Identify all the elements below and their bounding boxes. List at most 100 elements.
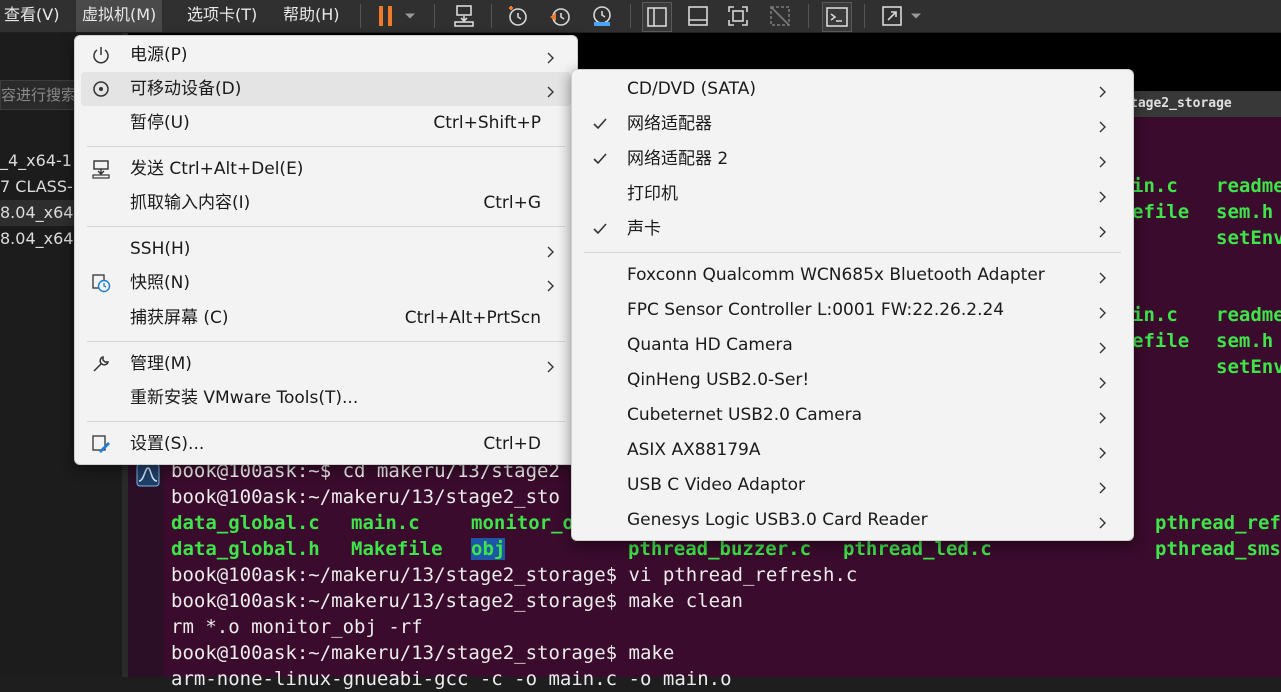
- menu-item-send-ctrl-alt-del[interactable]: 发送 Ctrl+Alt+Del(E): [81, 152, 571, 186]
- device-item-usb[interactable]: ASIX AX88179A: [578, 433, 1127, 468]
- toolbar-separator: [360, 4, 361, 28]
- menu-item-snapshot[interactable]: 快照(N): [81, 266, 571, 300]
- dropdown-arrow-icon[interactable]: [400, 2, 420, 30]
- device-item-label: FPC Sensor Controller L:0001 FW:22.26.2.…: [627, 300, 1005, 320]
- console-icon[interactable]: [822, 2, 852, 32]
- chevron-right-icon: [547, 243, 555, 258]
- terminal-tab-title[interactable]: tage2_storage: [1130, 91, 1232, 117]
- menu-view[interactable]: 查看(V): [0, 0, 65, 32]
- toolbar-separator: [864, 4, 865, 28]
- menu-item-label: 快照(N): [130, 273, 190, 293]
- wrench-icon: [91, 354, 111, 374]
- device-item-sound-card[interactable]: 声卡: [578, 212, 1127, 247]
- chevron-right-icon: [547, 277, 555, 292]
- menu-help[interactable]: 帮助(H): [277, 0, 346, 32]
- chevron-right-icon: [547, 49, 555, 64]
- terminal-dir-label: obj: [471, 538, 506, 560]
- menu-item-label: 可移动设备(D): [130, 79, 242, 99]
- terminal-file: data_global.c: [171, 512, 320, 534]
- device-item-network-adapter-2[interactable]: 网络适配器 2: [578, 142, 1127, 177]
- send-to-icon[interactable]: [450, 2, 478, 30]
- system-monitor-icon[interactable]: [136, 463, 160, 487]
- menu-tabs[interactable]: 选项卡(T): [181, 0, 263, 32]
- device-item-usb[interactable]: QinHeng USB2.0-Ser!: [578, 363, 1127, 398]
- snapshot-manager-icon[interactable]: [588, 2, 616, 30]
- menu-item-ssh[interactable]: SSH(H): [81, 232, 571, 266]
- library-search-input[interactable]: 容进行搜索: [0, 80, 80, 110]
- terminal-line: book@100ask:~/makeru/13/stage2_storage$ …: [171, 590, 743, 612]
- chevron-right-icon: [1099, 118, 1107, 133]
- terminal-file: setEnv: [1216, 356, 1281, 378]
- terminal-file: efile: [1132, 330, 1190, 352]
- dropdown-arrow-icon[interactable]: [906, 2, 926, 30]
- toolbar-separator: [491, 4, 492, 28]
- menu-vm[interactable]: 虚拟机(M): [76, 0, 163, 32]
- terminal-file: data_global.h: [171, 538, 320, 560]
- checkmark-icon: [592, 116, 608, 132]
- chevron-right-icon: [1099, 374, 1107, 389]
- menu-separator: [87, 146, 565, 147]
- device-item-usb[interactable]: Foxconn Qualcomm WCN685x Bluetooth Adapt…: [578, 258, 1127, 293]
- terminal-file: Makefile: [351, 538, 443, 560]
- device-item-label: CD/DVD (SATA): [627, 79, 756, 99]
- device-item-network-adapter[interactable]: 网络适配器: [578, 107, 1127, 142]
- chevron-right-icon: [1099, 409, 1107, 424]
- device-item-label: Foxconn Qualcomm WCN685x Bluetooth Adapt…: [627, 265, 1045, 285]
- device-item-usb[interactable]: Genesys Logic USB3.0 Card Reader: [578, 503, 1127, 538]
- checkmark-icon: [592, 221, 608, 237]
- terminal-file: in.c: [1132, 175, 1178, 197]
- device-item-label: 声卡: [627, 219, 661, 239]
- terminal-line: rm *.o monitor_obj -rf: [171, 616, 423, 638]
- chevron-right-icon: [1099, 339, 1107, 354]
- menu-item-label: 电源(P): [130, 45, 188, 65]
- menu-item-removable-devices[interactable]: 可移动设备(D): [81, 72, 571, 106]
- terminal-file: monitor_o: [471, 512, 574, 534]
- menu-item-settings[interactable]: 设置(S)... Ctrl+D: [81, 427, 571, 461]
- snapshot-take-icon[interactable]: [504, 2, 532, 30]
- menu-item-grab-input[interactable]: 抓取输入内容(I) Ctrl+G: [81, 186, 571, 220]
- menu-separator: [584, 252, 1121, 253]
- snapshot-revert-icon[interactable]: [546, 2, 574, 30]
- thumbnail-view-icon[interactable]: [684, 2, 712, 30]
- snapshot-icon: [91, 273, 111, 293]
- menu-item-power[interactable]: 电源(P): [81, 38, 571, 72]
- device-item-usb[interactable]: FPC Sensor Controller L:0001 FW:22.26.2.…: [578, 293, 1127, 328]
- library-view-icon[interactable]: [642, 2, 672, 32]
- menu-item-capture-screen[interactable]: 捕获屏幕 (C) Ctrl+Alt+PrtScn: [81, 301, 571, 335]
- device-item-label: Genesys Logic USB3.0 Card Reader: [627, 510, 928, 530]
- menu-item-label: 捕获屏幕 (C): [130, 308, 229, 328]
- device-item-printer[interactable]: 打印机: [578, 177, 1127, 212]
- menu-separator: [87, 341, 565, 342]
- terminal-file: pthread_ref: [1155, 512, 1281, 534]
- device-item-usb[interactable]: Cubeternet USB2.0 Camera: [578, 398, 1127, 433]
- terminal-file: sem.h: [1216, 330, 1274, 352]
- stretch-icon[interactable]: [878, 2, 906, 30]
- device-item-usb[interactable]: Quanta HD Camera: [578, 328, 1127, 363]
- device-item-label: 网络适配器 2: [627, 149, 729, 169]
- fullscreen-icon[interactable]: [724, 2, 752, 30]
- terminal-file: readme: [1216, 304, 1281, 326]
- device-item-label: Cubeternet USB2.0 Camera: [627, 405, 863, 425]
- device-item-label: Quanta HD Camera: [627, 335, 793, 355]
- menu-item-shortcut: Ctrl+G: [483, 193, 541, 213]
- menu-item-reinstall-tools[interactable]: 重新安装 VMware Tools(T)...: [81, 381, 571, 415]
- menu-item-label: 暂停(U): [130, 113, 190, 133]
- menu-separator: [87, 421, 565, 422]
- chevron-right-icon: [1099, 269, 1107, 284]
- pause-icon[interactable]: [372, 2, 400, 30]
- menu-item-pause[interactable]: 暂停(U) Ctrl+Shift+P: [81, 106, 571, 140]
- chevron-right-icon: [1099, 444, 1107, 459]
- device-item-cd-dvd[interactable]: CD/DVD (SATA): [578, 72, 1127, 107]
- unity-icon[interactable]: [766, 2, 794, 30]
- menu-item-label: SSH(H): [130, 239, 191, 259]
- ubuntu-dock: [128, 460, 164, 677]
- device-item-usb[interactable]: USB C Video Adaptor: [578, 468, 1127, 503]
- menu-item-label: 发送 Ctrl+Alt+Del(E): [130, 159, 304, 179]
- chevron-right-icon: [1099, 304, 1107, 319]
- menu-item-label: 设置(S)...: [130, 434, 205, 454]
- terminal-line: arm-none-linux-gnueabi-gcc -c -o main.c …: [171, 668, 732, 690]
- menu-item-label: 管理(M): [130, 354, 192, 374]
- menu-item-manage[interactable]: 管理(M): [81, 347, 571, 381]
- terminal-file: readme: [1216, 175, 1281, 197]
- chevron-right-icon: [1099, 514, 1107, 529]
